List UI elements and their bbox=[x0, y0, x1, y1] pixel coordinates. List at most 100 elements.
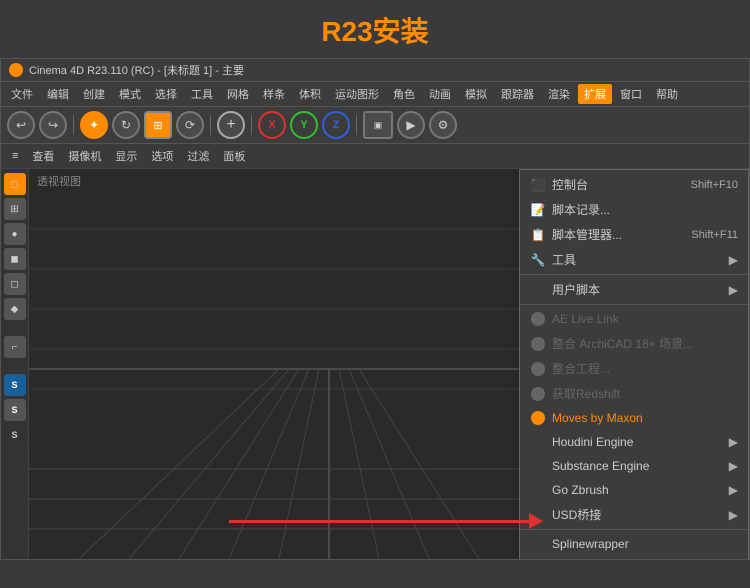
toolbar-play[interactable]: ▶ bbox=[397, 111, 425, 139]
sidebar-icon-object[interactable]: ◻ bbox=[4, 173, 26, 195]
toolbar-add[interactable]: + bbox=[217, 111, 245, 139]
menu-tracker[interactable]: 跟踪器 bbox=[495, 84, 540, 104]
menu-edit[interactable]: 编辑 bbox=[41, 84, 75, 104]
sidebar-icon-s2[interactable]: S bbox=[4, 399, 26, 421]
sidebar-icon-sphere[interactable]: ● bbox=[4, 223, 26, 245]
usd-arrow-icon: ▶ bbox=[729, 508, 738, 522]
menu-bar: 文件 编辑 创建 模式 选择 工具 网格 样条 体积 运动图形 角色 动画 模拟… bbox=[1, 82, 749, 107]
toolbar-scale[interactable]: ⊞ bbox=[144, 111, 172, 139]
zbrush-icon bbox=[530, 482, 546, 498]
integrate-icon bbox=[530, 361, 546, 377]
houdini-icon bbox=[530, 434, 546, 450]
toolbar-undo[interactable]: ↩ bbox=[7, 111, 35, 139]
dropdown-user-script[interactable]: 用户脚本 ▶ bbox=[520, 277, 748, 302]
sub-toolbar-camera[interactable]: 摄像机 bbox=[65, 147, 104, 165]
sidebar-icon-s3[interactable]: S bbox=[4, 424, 26, 446]
toolbar-sep3 bbox=[251, 115, 252, 135]
toolbar-axis-z[interactable]: Z bbox=[322, 111, 350, 139]
menu-mograph[interactable]: 运动图形 bbox=[329, 84, 385, 104]
dropdown-usd[interactable]: USD桥接 ▶ bbox=[520, 502, 748, 527]
toolbar-redo[interactable]: ↪ bbox=[39, 111, 67, 139]
archicad-icon bbox=[530, 336, 546, 352]
menu-file[interactable]: 文件 bbox=[5, 84, 39, 104]
menu-select[interactable]: 选择 bbox=[149, 84, 183, 104]
sidebar-icon-shape[interactable]: ◆ bbox=[4, 298, 26, 320]
toolbar-sep1 bbox=[73, 115, 74, 135]
sub-toolbar-options[interactable]: 选项 bbox=[148, 147, 176, 165]
sub-toolbar-view[interactable]: 查看 bbox=[29, 147, 57, 165]
dropdown-section-4: Splinewrapper Create Springy R Reducer R… bbox=[520, 530, 748, 559]
tools-icon: 🔧 bbox=[530, 252, 546, 268]
moves-maxon-icon bbox=[530, 410, 546, 426]
dropdown-archicad: 整合 ArchiCAD 18+ 场景... bbox=[520, 331, 748, 356]
zbrush-arrow-icon: ▶ bbox=[729, 483, 738, 497]
dropdown-moves-by-maxon[interactable]: Moves by Maxon bbox=[520, 406, 748, 430]
title-bar-text: Cinema 4D R23.110 (RC) - [未标题 1] - 主要 bbox=[29, 62, 244, 78]
viewport[interactable]: 透视视图 bbox=[29, 169, 749, 559]
substance-icon bbox=[530, 458, 546, 474]
menu-volume[interactable]: 体积 bbox=[293, 84, 327, 104]
dropdown-houdini[interactable]: Houdini Engine ▶ bbox=[520, 430, 748, 454]
menu-help[interactable]: 帮助 bbox=[650, 84, 684, 104]
user-script-arrow-icon: ▶ bbox=[729, 283, 738, 297]
sidebar-icon-corner[interactable]: ⌐ bbox=[4, 336, 26, 358]
script-record-icon: 📝 bbox=[530, 202, 546, 218]
title-bar: Cinema 4D R23.110 (RC) - [未标题 1] - 主要 bbox=[1, 59, 749, 82]
sidebar-icon-checker[interactable]: ⊞ bbox=[4, 198, 26, 220]
menu-extend[interactable]: 扩展 bbox=[578, 84, 612, 104]
dropdown-create-springy[interactable]: Create Springy bbox=[520, 556, 748, 559]
sub-toolbar-display[interactable]: 显示 bbox=[112, 147, 140, 165]
toolbar-object[interactable]: ⟳ bbox=[176, 111, 204, 139]
toolbar-rotate[interactable]: ↻ bbox=[112, 111, 140, 139]
dropdown-console[interactable]: ⬛ 控制台 Shift+F10 bbox=[520, 172, 748, 197]
toolbar-axis-x[interactable]: X bbox=[258, 111, 286, 139]
dropdown-script-manager[interactable]: 📋 脚本管理器... Shift+F11 bbox=[520, 222, 748, 247]
toolbar-render-region[interactable]: ▣ bbox=[363, 111, 393, 139]
dropdown-tools[interactable]: 🔧 工具 ▶ bbox=[520, 247, 748, 272]
dropdown-ae-live: AE Live Link bbox=[520, 307, 748, 331]
menu-animate[interactable]: 动画 bbox=[423, 84, 457, 104]
toolbar-settings[interactable]: ⚙ bbox=[429, 111, 457, 139]
sub-toolbar-menu[interactable]: ≡ bbox=[9, 149, 21, 163]
houdini-arrow-icon: ▶ bbox=[729, 435, 738, 449]
menu-simulate[interactable]: 模拟 bbox=[459, 84, 493, 104]
splinewrapper-icon bbox=[530, 536, 546, 552]
sub-toolbar-filter[interactable]: 过滤 bbox=[184, 147, 212, 165]
menu-render[interactable]: 渲染 bbox=[542, 84, 576, 104]
user-script-icon bbox=[530, 282, 546, 298]
dropdown-substance[interactable]: Substance Engine ▶ bbox=[520, 454, 748, 478]
main-area: ◻ ⊞ ● ◼ ◻ ◆ ⌐ S S S 透视视图 bbox=[1, 169, 749, 559]
dropdown-splinewrapper[interactable]: Splinewrapper bbox=[520, 532, 748, 556]
toolbar-sep2 bbox=[210, 115, 211, 135]
arrow-indicator bbox=[229, 513, 543, 529]
dropdown-script-record[interactable]: 📝 脚本记录... bbox=[520, 197, 748, 222]
menu-mode[interactable]: 模式 bbox=[113, 84, 147, 104]
menu-mesh[interactable]: 网格 bbox=[221, 84, 255, 104]
menu-tools[interactable]: 工具 bbox=[185, 84, 219, 104]
toolbar-sep4 bbox=[356, 115, 357, 135]
arrow-head-icon bbox=[529, 513, 543, 529]
sub-toolbar-panel[interactable]: 面板 bbox=[220, 147, 248, 165]
menu-character[interactable]: 角色 bbox=[387, 84, 421, 104]
menu-spline[interactable]: 样条 bbox=[257, 84, 291, 104]
toolbar-axis-y[interactable]: Y bbox=[290, 111, 318, 139]
viewport-label: 透视视图 bbox=[37, 173, 81, 189]
console-icon: ⬛ bbox=[530, 177, 546, 193]
menu-window[interactable]: 窗口 bbox=[614, 84, 648, 104]
page-title-area: R23安装 bbox=[0, 0, 750, 58]
toolbar: ↩ ↪ ✦ ↻ ⊞ ⟳ + X Y Z ▣ ▶ ⚙ bbox=[1, 107, 749, 144]
sidebar-icon-cube[interactable]: ◼ bbox=[4, 248, 26, 270]
app-window: Cinema 4D R23.110 (RC) - [未标题 1] - 主要 文件… bbox=[0, 58, 750, 560]
sidebar-icon-box[interactable]: ◻ bbox=[4, 273, 26, 295]
substance-arrow-icon: ▶ bbox=[729, 459, 738, 473]
left-sidebar: ◻ ⊞ ● ◼ ◻ ◆ ⌐ S S S bbox=[1, 169, 29, 559]
redshift-icon bbox=[530, 386, 546, 402]
ae-icon bbox=[530, 311, 546, 327]
menu-create[interactable]: 创建 bbox=[77, 84, 111, 104]
dropdown-zbrush[interactable]: Go Zbrush ▶ bbox=[520, 478, 748, 502]
dropdown-integrate: 整合工程... bbox=[520, 356, 748, 381]
tools-arrow-icon: ▶ bbox=[729, 253, 738, 267]
app-icon bbox=[9, 63, 23, 77]
sidebar-icon-s1[interactable]: S bbox=[4, 374, 26, 396]
toolbar-move[interactable]: ✦ bbox=[80, 111, 108, 139]
